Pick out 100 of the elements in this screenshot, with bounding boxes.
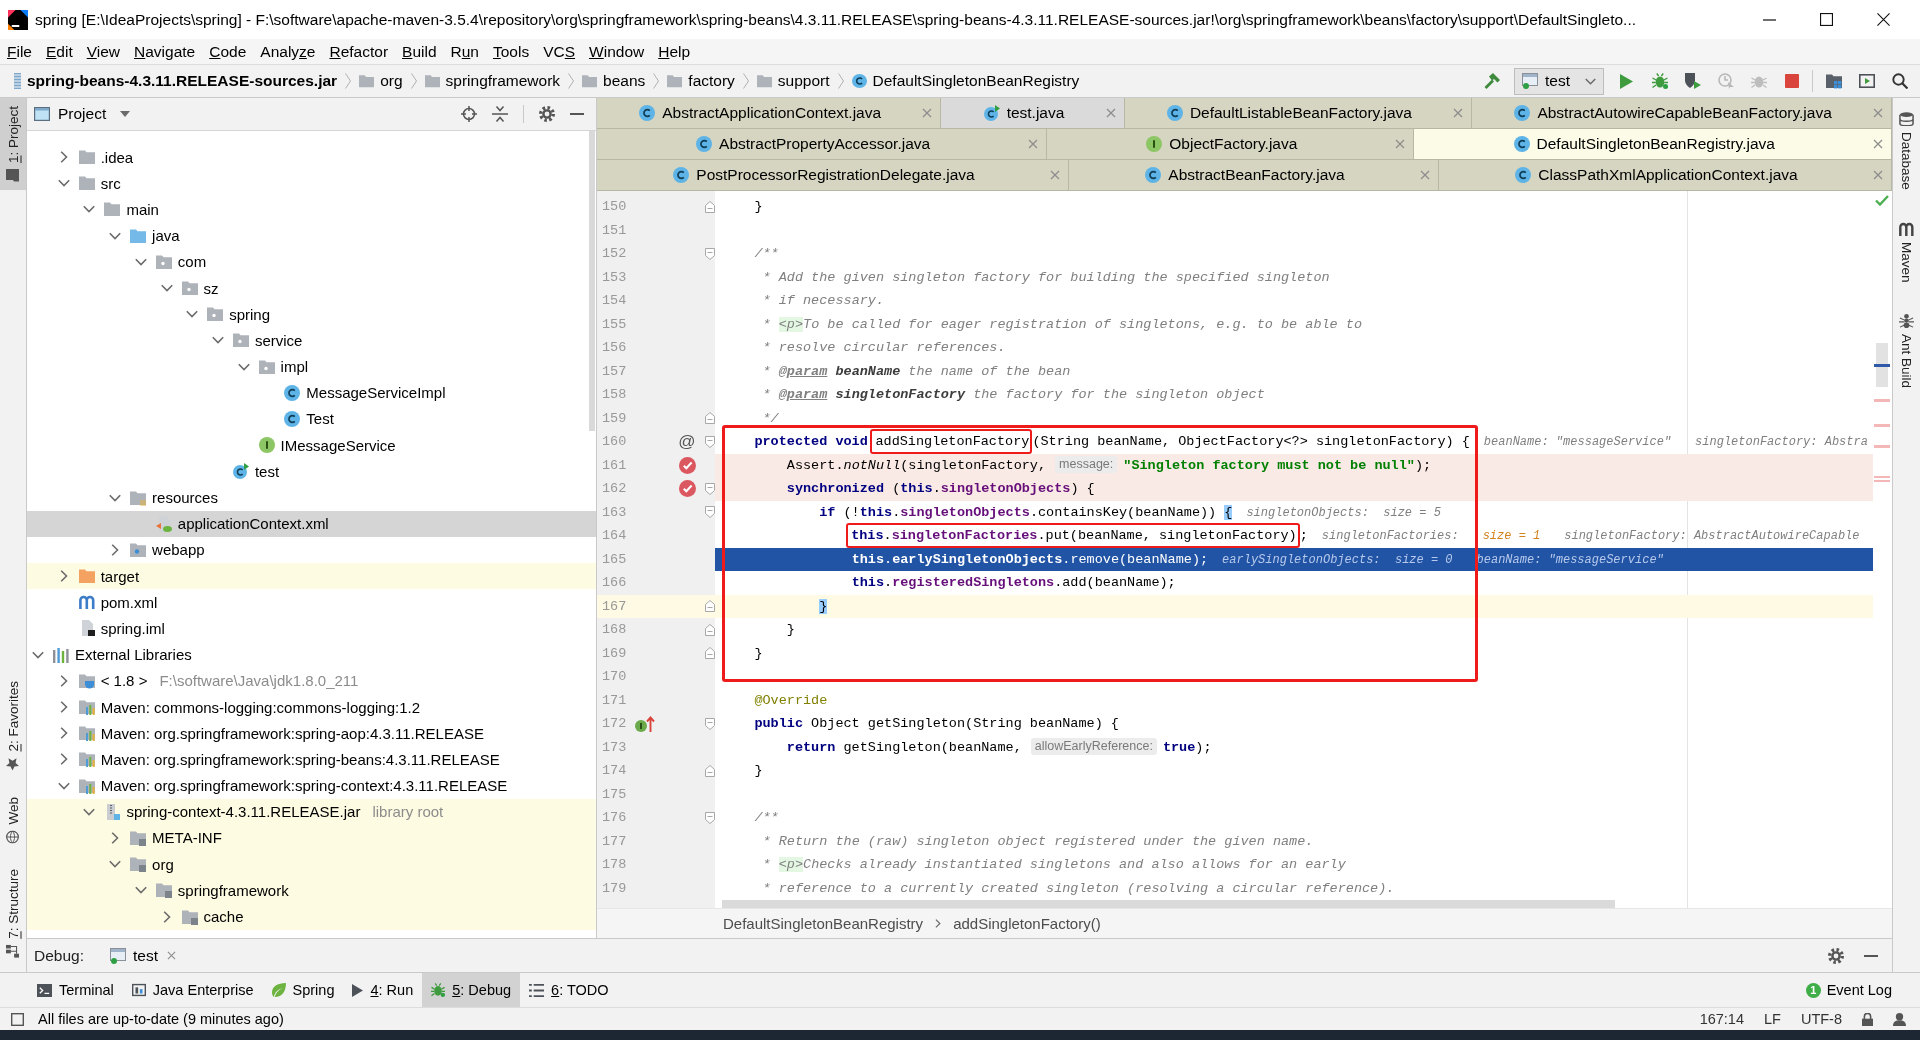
chevron-right-icon[interactable] — [59, 570, 68, 583]
caret-position[interactable]: 167:14 — [1699, 1011, 1744, 1027]
chevron-down-icon[interactable] — [211, 336, 224, 345]
chevron-right-icon[interactable] — [59, 151, 68, 164]
menu-item[interactable]: Window — [582, 39, 652, 64]
chevron-down-icon[interactable] — [57, 179, 70, 188]
tree-item[interactable]: spring — [27, 301, 596, 328]
menu-item[interactable]: Refactor — [322, 39, 396, 64]
menu-item[interactable]: File — [0, 39, 39, 64]
fold-marker-icon[interactable] — [705, 247, 715, 260]
tree-item[interactable]: Maven: org.springframework:spring-context:4.3.11.RELEASE — [27, 772, 596, 799]
tool-window-button[interactable]: 7: Structure — [0, 861, 26, 966]
breadcrumb-item[interactable]: beans — [580, 68, 648, 94]
run-configuration-dropdown[interactable]: test — [1514, 67, 1604, 95]
crosshair-icon[interactable] — [461, 106, 477, 122]
chevron-down-icon[interactable] — [83, 205, 96, 214]
fold-marker-icon[interactable] — [705, 811, 715, 824]
menu-item[interactable]: View — [79, 39, 128, 64]
breadcrumb-item[interactable]: DefaultSingletonBeanRegistry — [849, 68, 1082, 94]
menu-item[interactable]: VCS — [536, 39, 583, 64]
tree-item[interactable]: External Libraries — [27, 641, 596, 668]
tree-item[interactable]: pom.xml — [27, 589, 596, 616]
menu-item[interactable]: Help — [651, 39, 698, 64]
fold-marker-icon[interactable] — [705, 717, 715, 730]
menu-item[interactable]: Tools — [486, 39, 537, 64]
tree-item[interactable]: Test — [27, 405, 596, 433]
tree-item[interactable]: sz — [27, 274, 596, 302]
tree-item[interactable]: org — [27, 851, 596, 878]
tree-item[interactable]: com — [27, 248, 596, 275]
tool-window-button[interactable]: Spring — [262, 973, 344, 1007]
menu-item[interactable]: Edit — [39, 39, 80, 64]
tool-window-button[interactable]: Web — [0, 788, 26, 852]
tree-item[interactable]: target — [27, 563, 596, 590]
chevron-down-icon[interactable] — [109, 493, 122, 502]
event-log-button[interactable]: 1 Event Log — [1805, 982, 1892, 998]
tree-item[interactable]: spring-context-4.3.11.RELEASE.jar library root — [27, 798, 596, 825]
tool-window-button[interactable]: Maven — [1893, 213, 1919, 291]
scrollbar-thumb[interactable] — [589, 131, 595, 431]
line-separator[interactable]: LF — [1764, 1011, 1781, 1027]
chevron-right-icon[interactable] — [59, 674, 68, 687]
scrollbar-thumb[interactable] — [1876, 343, 1888, 387]
collapse-icon[interactable] — [492, 106, 508, 122]
chevron-right-icon[interactable] — [111, 831, 120, 844]
fold-marker-icon[interactable] — [705, 482, 715, 495]
minimize-icon[interactable] — [1763, 18, 1776, 21]
chevron-down-icon[interactable] — [134, 257, 147, 266]
tool-window-button[interactable]: 6: TODO — [520, 973, 618, 1007]
tree-item[interactable]: IMessageService — [27, 432, 596, 459]
editor-tab[interactable]: test.java — [941, 98, 1125, 128]
tool-window-button[interactable]: Java Enterprise — [122, 973, 263, 1007]
tree-item[interactable]: Maven: org.springframework:spring-beans:4.3.11.RELEASE — [27, 746, 596, 773]
menu-item[interactable]: Run — [443, 39, 486, 64]
fold-marker-icon[interactable] — [705, 200, 715, 213]
menu-item[interactable]: Build — [395, 39, 444, 64]
fold-marker-icon[interactable] — [705, 647, 715, 660]
file-encoding[interactable]: UTF-8 — [1800, 1011, 1842, 1027]
chevron-right-icon[interactable] — [59, 727, 68, 740]
chevron-right-icon[interactable] — [111, 543, 120, 556]
tree-item[interactable]: service — [27, 327, 596, 354]
tree-item[interactable]: < 1.8 > F:\software\Java\jdk1.8.0_211 — [27, 667, 596, 694]
square-icon[interactable] — [11, 1012, 24, 1026]
tree-item[interactable]: spring.iml — [27, 615, 596, 642]
chevron-right-icon[interactable] — [162, 910, 171, 923]
tool-window-button[interactable]: 5: Debug — [422, 973, 521, 1007]
tree-item[interactable]: cache — [27, 903, 596, 930]
view-selector[interactable]: Project — [34, 101, 131, 127]
tree-item[interactable]: test — [27, 458, 596, 485]
close-icon[interactable] — [1877, 13, 1890, 26]
fold-marker-icon[interactable] — [705, 764, 715, 777]
lock-icon[interactable] — [1862, 1012, 1873, 1026]
tree-item[interactable]: java — [27, 222, 596, 249]
chevron-down-icon[interactable] — [32, 650, 44, 659]
tree-item[interactable]: Maven: org.springframework:spring-aop:4.3.11.RELEASE — [27, 720, 596, 747]
chevron-right-icon[interactable] — [59, 753, 68, 766]
chevron-down-icon[interactable] — [57, 781, 70, 790]
chevron-right-icon[interactable] — [59, 701, 68, 714]
tree-item[interactable]: Maven: commons-logging:commons-logging:1.2 — [27, 693, 596, 721]
tree-item[interactable]: META-INF — [27, 824, 596, 852]
fold-marker-icon[interactable] — [705, 412, 715, 425]
breadcrumb-item[interactable]: org — [357, 68, 405, 94]
breadcrumb-item[interactable]: DefaultSingletonBeanRegistry — [723, 915, 924, 932]
debug-tab[interactable]: test — [106, 942, 180, 969]
tree-item[interactable]: impl — [27, 353, 596, 380]
tree-item[interactable]: MessageServiceImpl — [27, 379, 596, 406]
override-arrow-icon[interactable] — [635, 715, 655, 732]
chevron-down-icon[interactable] — [83, 807, 96, 816]
breadcrumb-item[interactable]: factory — [665, 68, 737, 94]
editor-tab[interactable]: DefaultSingletonBeanRegistry.java — [1414, 129, 1892, 159]
breadcrumb-item[interactable]: support — [754, 68, 832, 94]
tool-window-button[interactable]: Database — [1893, 104, 1919, 198]
settings-icon[interactable] — [1828, 947, 1844, 964]
fold-marker-icon[interactable] — [705, 506, 715, 519]
chevron-down-icon[interactable] — [237, 362, 250, 371]
tree-item[interactable]: .idea — [27, 144, 596, 171]
tree-item[interactable]: main — [27, 196, 596, 223]
tool-window-button[interactable]: 2: Favorites — [0, 673, 26, 779]
chevron-down-icon[interactable] — [134, 886, 147, 895]
breakpoint-icon[interactable] — [678, 456, 696, 474]
breadcrumb-item[interactable]: addSingletonFactory() — [953, 915, 1101, 932]
minimize-icon[interactable] — [1864, 954, 1878, 957]
